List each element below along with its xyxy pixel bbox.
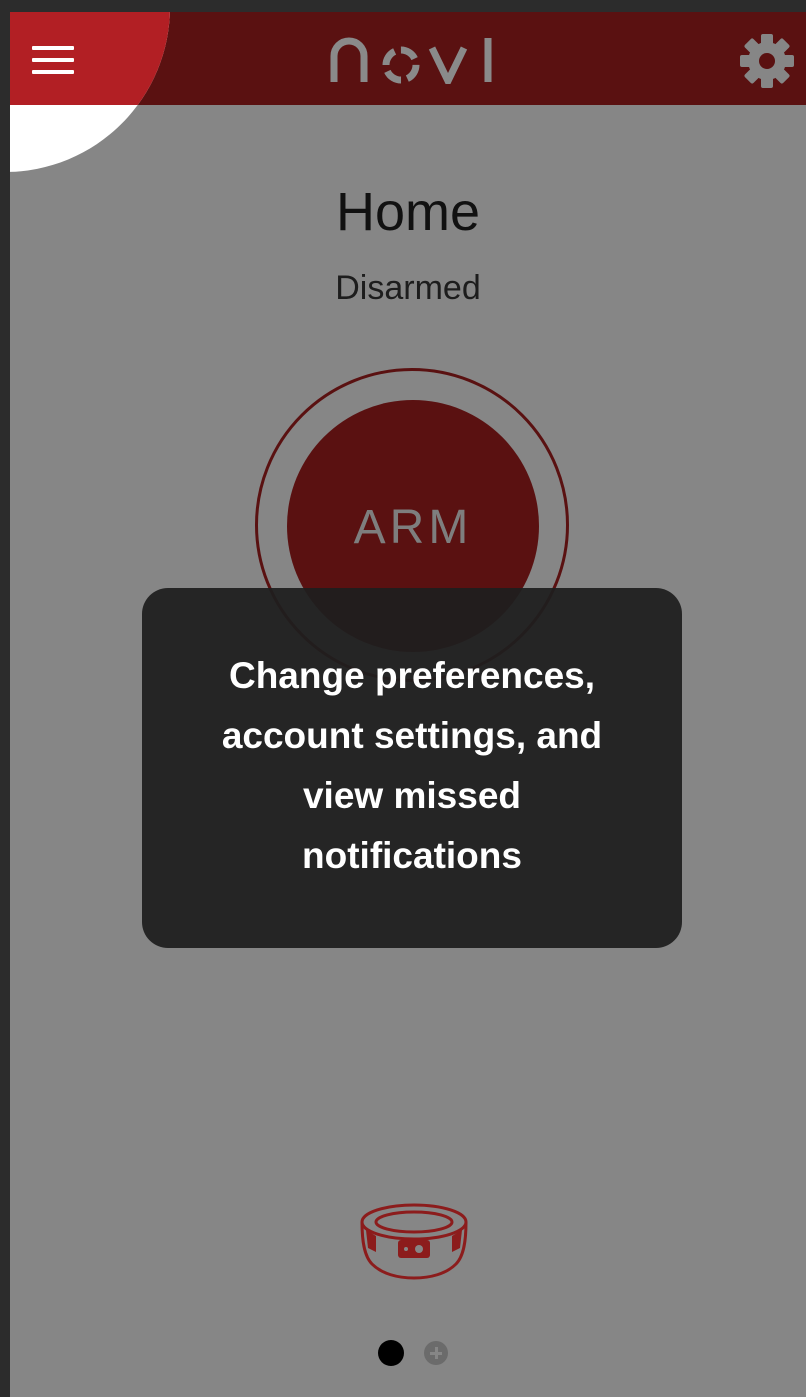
tooltip-text: Change preferences, account settings, an… xyxy=(221,655,603,876)
hub-device-icon[interactable] xyxy=(358,1200,470,1280)
menu-button[interactable] xyxy=(32,44,74,76)
pager-dot-active[interactable] xyxy=(378,1340,404,1366)
gear-icon xyxy=(740,34,794,88)
hamburger-icon-bar xyxy=(32,58,74,62)
hamburger-icon xyxy=(32,46,74,50)
arm-button-label: ARM xyxy=(353,501,473,554)
app-screen: Home Disarmed ARM Change preferences, ac… xyxy=(10,12,806,1397)
plus-icon[interactable] xyxy=(424,1341,448,1365)
novi-logo xyxy=(330,37,492,84)
settings-button[interactable] xyxy=(738,32,796,90)
onboarding-tooltip[interactable]: Change preferences, account settings, an… xyxy=(142,588,682,948)
status-text: Disarmed xyxy=(335,269,481,307)
hamburger-icon-bar xyxy=(32,70,74,74)
page-title: Home xyxy=(335,182,481,242)
menu-corner-background xyxy=(10,12,170,172)
